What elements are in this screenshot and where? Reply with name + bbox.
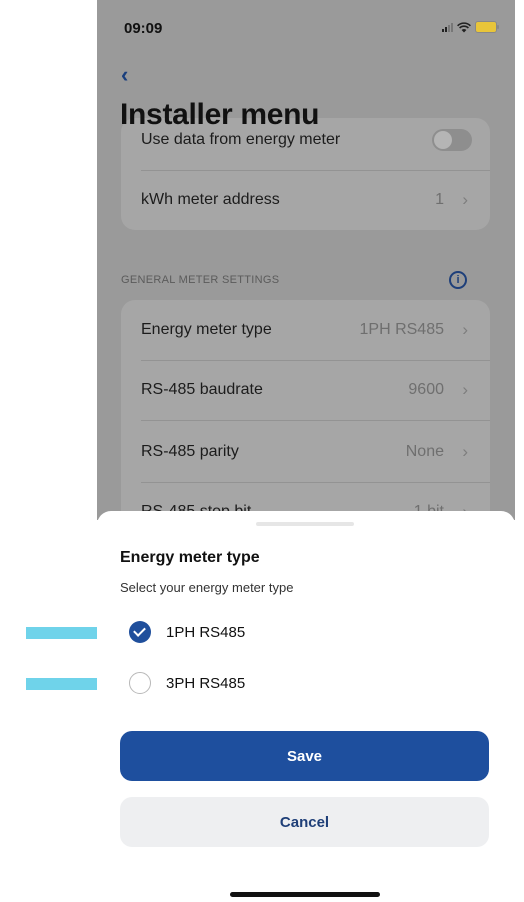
- kwh-meter-address-row[interactable]: kWh meter address 1 ›: [121, 170, 490, 230]
- radio-checked-icon[interactable]: [129, 621, 151, 643]
- page-title: Installer menu: [120, 98, 320, 131]
- info-icon[interactable]: i: [449, 271, 467, 289]
- energy-meter-type-value: 1PH RS485: [359, 321, 445, 338]
- option-3ph-rs485[interactable]: 3PH RS485: [129, 669, 429, 697]
- sheet-grabber[interactable]: [256, 522, 354, 526]
- option-label: 1PH RS485: [166, 623, 246, 641]
- battery-icon: [475, 21, 499, 33]
- divider: [141, 420, 490, 421]
- chevron-right-icon: ›: [462, 190, 468, 209]
- chevron-right-icon: ›: [462, 380, 468, 399]
- back-chevron-icon[interactable]: ‹: [121, 62, 128, 88]
- general-meter-settings-header: GENERAL METER SETTINGS: [121, 274, 280, 286]
- option-label: 3PH RS485: [166, 674, 246, 692]
- chevron-right-icon: ›: [462, 442, 468, 461]
- chevron-right-icon: ›: [462, 320, 468, 339]
- cancel-button[interactable]: Cancel: [120, 797, 489, 847]
- rs485-baudrate-label: RS-485 baudrate: [141, 381, 263, 398]
- option-1ph-rs485[interactable]: 1PH RS485: [129, 618, 429, 646]
- use-meter-data-label: Use data from energy meter: [141, 131, 341, 148]
- cellular-signal-icon: [442, 22, 453, 32]
- status-icons: [442, 21, 499, 33]
- kwh-meter-address-label: kWh meter address: [141, 191, 280, 208]
- energy-meter-type-row[interactable]: Energy meter type 1PH RS485 ›: [121, 300, 490, 360]
- meter-source-card: Use data from energy meter kWh meter add…: [121, 118, 490, 230]
- wifi-icon: [457, 21, 471, 32]
- rs485-parity-label: RS-485 parity: [141, 443, 239, 460]
- status-bar: 09:09: [97, 0, 515, 54]
- energy-meter-type-sheet: Energy meter type Select your energy met…: [97, 511, 515, 902]
- kwh-meter-address-value: 1: [435, 191, 444, 208]
- status-time: 09:09: [124, 20, 163, 37]
- energy-meter-type-label: Energy meter type: [141, 321, 272, 338]
- phone-screen: 09:09 ‹ Use data from energy meter kWh m…: [97, 0, 515, 902]
- sheet-subtitle: Select your energy meter type: [120, 580, 294, 595]
- rs485-parity-value: None: [405, 443, 444, 460]
- use-meter-data-toggle[interactable]: [432, 129, 472, 151]
- save-button[interactable]: Save: [120, 731, 489, 781]
- dimmed-background-screen: 09:09 ‹ Use data from energy meter kWh m…: [97, 0, 515, 560]
- rs485-baudrate-value: 9600: [408, 381, 444, 398]
- sheet-title: Energy meter type: [120, 549, 260, 566]
- radio-unchecked-icon[interactable]: [129, 672, 151, 694]
- rs485-baudrate-row[interactable]: RS-485 baudrate 9600 ›: [121, 360, 490, 420]
- rs485-parity-row[interactable]: RS-485 parity None ›: [121, 422, 490, 482]
- home-indicator: [230, 892, 380, 897]
